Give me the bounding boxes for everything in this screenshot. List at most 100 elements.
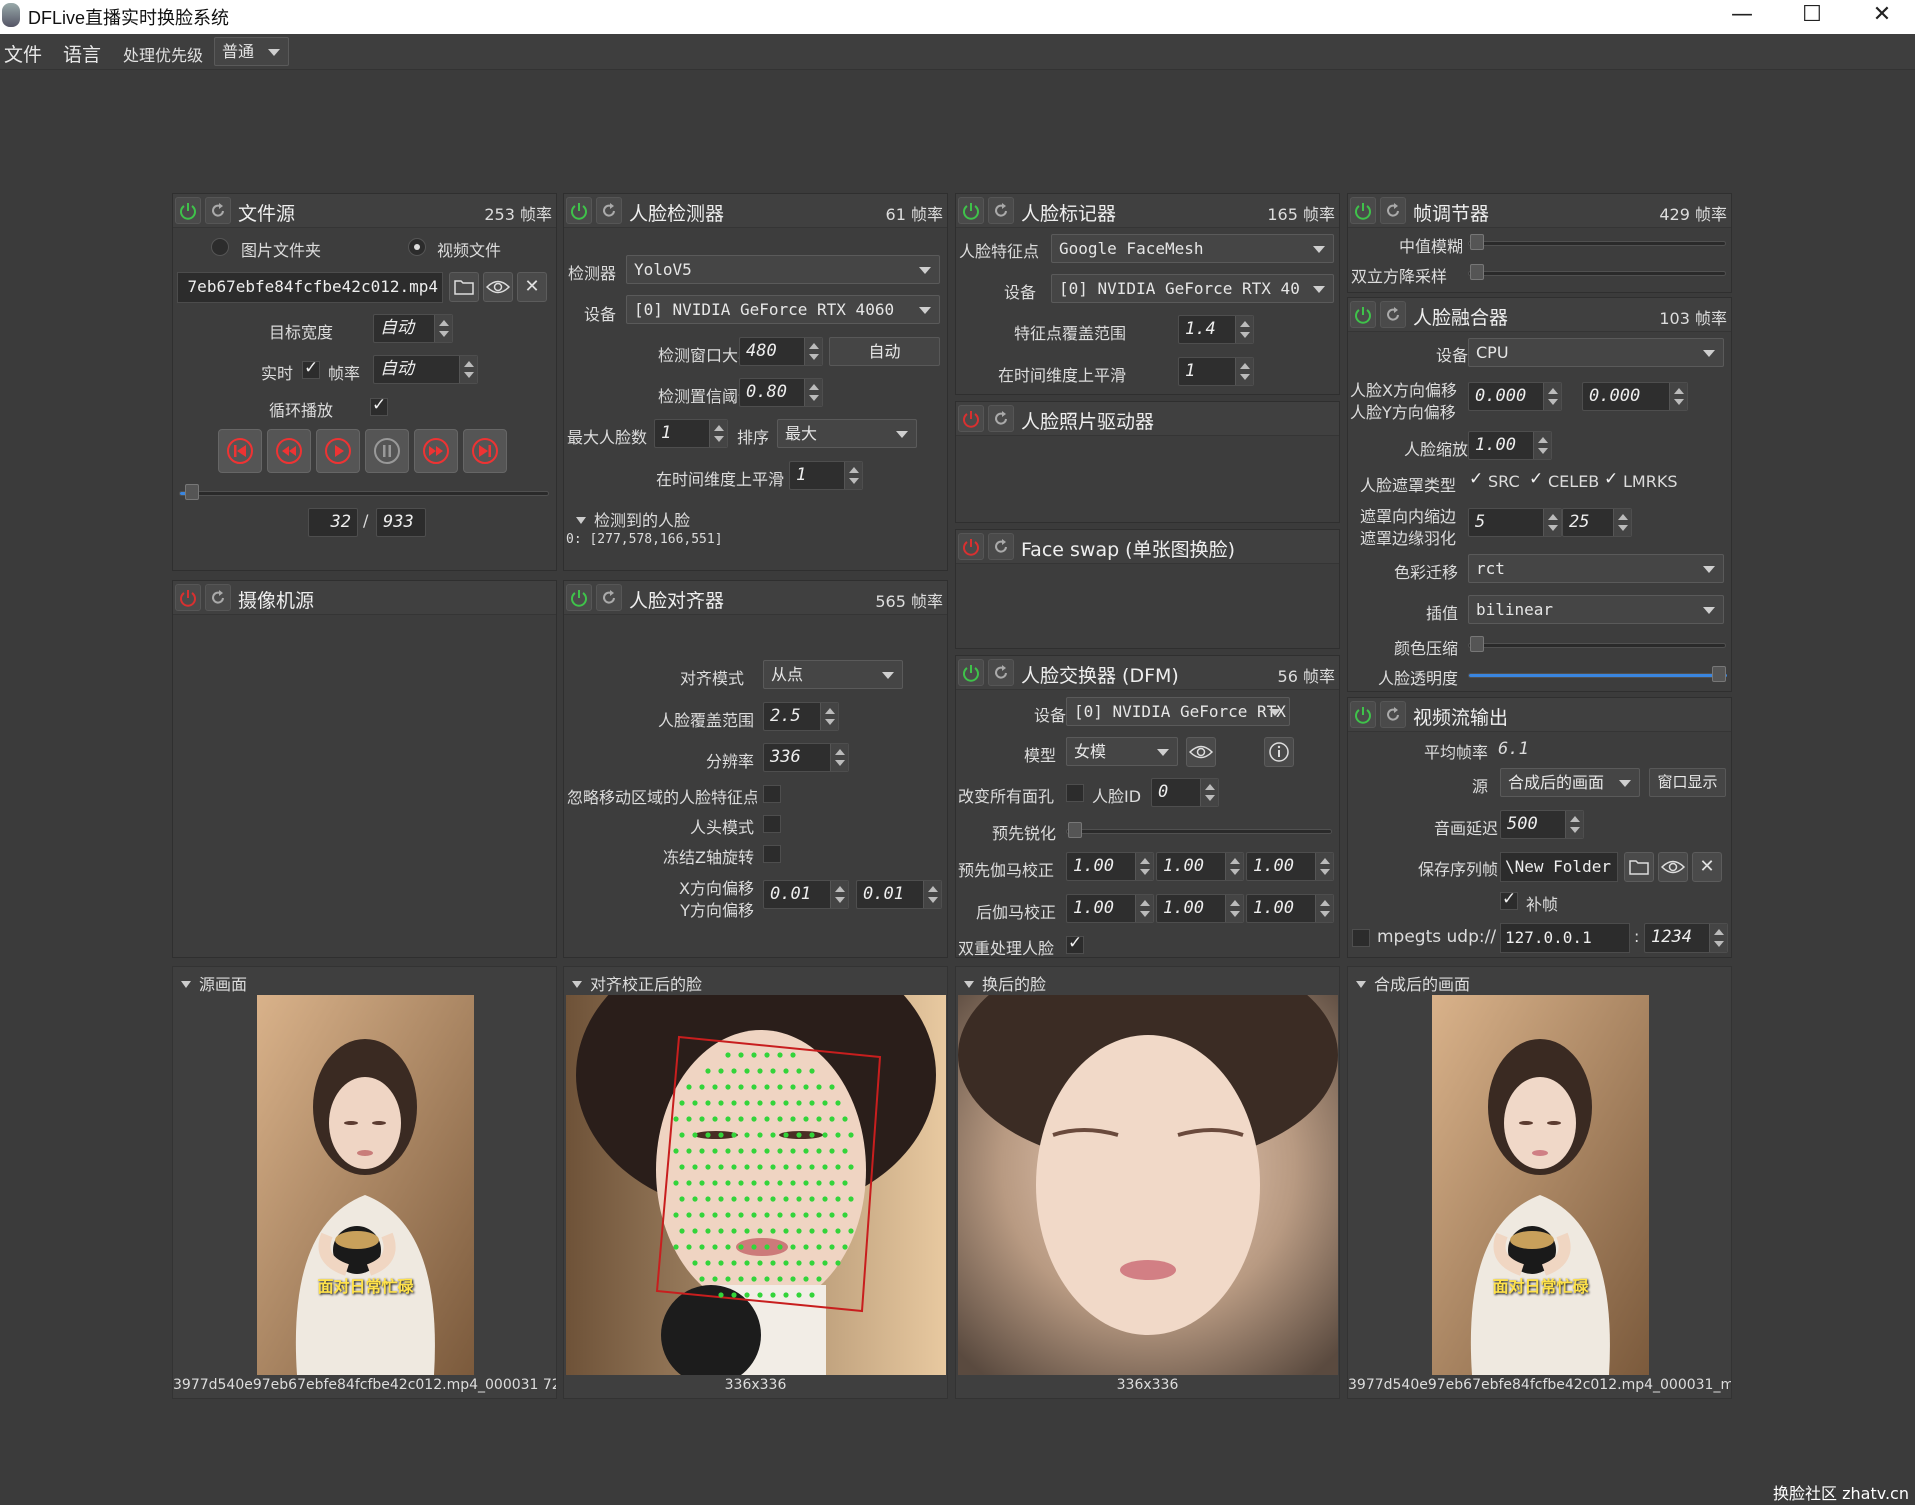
mask-lmrks-checkbox[interactable] — [1603, 469, 1621, 491]
spin-arrows[interactable] — [1315, 853, 1333, 880]
maximize-button[interactable]: ☐ — [1782, 0, 1842, 34]
timeline-slider[interactable] — [179, 491, 549, 496]
opacity-slider[interactable] — [1468, 673, 1727, 678]
median-blur-slider[interactable] — [1468, 241, 1726, 246]
pause-button[interactable] — [365, 429, 409, 473]
merged-viewer-header[interactable]: 合成后的画面 — [1356, 971, 1470, 995]
spin-arrows[interactable] — [1135, 853, 1153, 880]
freeze-z-checkbox[interactable] — [763, 845, 781, 863]
max-faces-spinbox[interactable]: 1 — [654, 419, 728, 448]
open-folder-button[interactable] — [449, 272, 479, 302]
all-faces-checkbox[interactable] — [1066, 784, 1084, 802]
color-compress-handle[interactable] — [1470, 636, 1484, 652]
clear-path-button[interactable]: ✕ — [1692, 852, 1722, 882]
align-mode-select[interactable]: 从点 — [763, 660, 903, 689]
spin-arrows[interactable] — [1543, 383, 1561, 410]
udp-host-field[interactable]: 127.0.0.1 — [1500, 923, 1630, 953]
loop-checkbox[interactable] — [370, 395, 388, 416]
detected-faces-header[interactable]: 检测到的人脸 — [576, 507, 690, 531]
spin-arrows[interactable] — [1613, 509, 1631, 536]
rewind-button[interactable] — [267, 429, 311, 473]
pre-gamma-b-spinbox[interactable]: 1.00 — [1246, 852, 1334, 881]
color-transfer-select[interactable]: rct — [1468, 554, 1724, 583]
spin-arrows[interactable] — [709, 420, 727, 447]
window-display-button[interactable]: 窗口显示 — [1649, 768, 1726, 797]
power-button[interactable] — [566, 197, 592, 224]
spin-arrows[interactable] — [830, 744, 848, 771]
double-process-checkbox[interactable] — [1066, 933, 1084, 954]
presharpen-handle[interactable] — [1068, 822, 1082, 838]
spin-arrows[interactable] — [1235, 358, 1253, 385]
mask-blur-spinbox[interactable]: 25 — [1562, 508, 1632, 537]
spin-arrows[interactable] — [1709, 924, 1727, 952]
landmark-coverage-spinbox[interactable]: 1.4 — [1178, 315, 1254, 344]
spin-arrows[interactable] — [1225, 895, 1243, 922]
power-button[interactable] — [1350, 197, 1376, 224]
priority-select[interactable]: 普通 — [214, 37, 289, 66]
preview-button[interactable] — [1658, 852, 1688, 882]
spin-arrows[interactable] — [1315, 895, 1333, 922]
spin-arrows[interactable] — [923, 881, 941, 908]
device-select[interactable]: [0] NVIDIA GeForce RTX 40 — [1051, 274, 1334, 303]
spin-arrows[interactable] — [1565, 811, 1583, 838]
file-path-field[interactable]: 7eb67ebfe84fcfbe42c012.mp4 — [177, 272, 443, 303]
power-button[interactable] — [958, 405, 984, 432]
fill-frames-checkbox[interactable] — [1500, 889, 1518, 910]
model-info-button[interactable] — [1264, 737, 1294, 767]
spin-arrows[interactable] — [1225, 853, 1243, 880]
resolution-spinbox[interactable]: 336 — [763, 743, 849, 772]
open-folder-button[interactable] — [1624, 852, 1654, 882]
spin-arrows[interactable] — [830, 881, 848, 908]
opacity-handle[interactable] — [1712, 666, 1726, 682]
spin-arrows[interactable] — [804, 379, 822, 406]
y-offset-spinbox[interactable]: 0.01 — [856, 880, 942, 909]
aligned-viewer-header[interactable]: 对齐校正后的脸 — [572, 971, 702, 995]
menu-language[interactable]: 语言 — [63, 40, 101, 67]
radio-image-folder[interactable] — [211, 238, 229, 256]
median-blur-handle[interactable] — [1470, 234, 1484, 250]
device-select[interactable]: [0] NVIDIA GeForce RTX 4 — [1066, 697, 1290, 726]
spin-arrows[interactable] — [1669, 383, 1687, 410]
ignore-moving-checkbox[interactable] — [763, 785, 781, 803]
coverage-spinbox[interactable]: 2.5 — [763, 702, 839, 731]
smooth-spinbox[interactable]: 1 — [789, 461, 863, 490]
frame-current-field[interactable]: 32 — [308, 508, 358, 537]
interpolation-select[interactable]: bilinear — [1468, 595, 1724, 624]
fast-forward-button[interactable] — [414, 429, 458, 473]
target-width-spinbox[interactable]: 自动 — [373, 314, 453, 343]
threshold-spinbox[interactable]: 0.80 — [739, 378, 823, 407]
power-button[interactable] — [958, 533, 984, 560]
realtime-checkbox[interactable] — [302, 358, 320, 379]
spin-arrows[interactable] — [1533, 432, 1551, 459]
reset-button[interactable] — [988, 659, 1014, 686]
color-compress-slider[interactable] — [1468, 643, 1726, 648]
spin-arrows[interactable] — [434, 315, 452, 342]
smooth-spinbox[interactable]: 1 — [1178, 357, 1254, 386]
y-offset-spinbox[interactable]: 0.000 — [1582, 382, 1688, 411]
auto-window-button[interactable]: 自动 — [829, 337, 940, 366]
first-frame-button[interactable] — [218, 429, 262, 473]
reset-button[interactable] — [596, 584, 622, 611]
bicubic-slider[interactable] — [1468, 271, 1726, 276]
power-button[interactable] — [958, 197, 984, 224]
udp-checkbox[interactable] — [1352, 929, 1370, 947]
reset-button[interactable] — [205, 197, 231, 224]
detector-type-select[interactable]: YoloV5 — [626, 255, 940, 284]
window-size-spinbox[interactable]: 480 — [739, 337, 823, 366]
preview-button[interactable] — [483, 272, 513, 302]
timeline-handle[interactable] — [184, 484, 199, 500]
power-button[interactable] — [175, 584, 201, 611]
source-viewer-header[interactable]: 源画面 — [181, 971, 247, 995]
reset-button[interactable] — [596, 197, 622, 224]
radio-video-file[interactable] — [408, 238, 426, 256]
spin-arrows[interactable] — [1135, 895, 1153, 922]
save-sequence-path[interactable]: \New Folder — [1500, 852, 1618, 882]
close-button[interactable]: ✕ — [1852, 0, 1912, 34]
reset-button[interactable] — [1380, 701, 1406, 728]
spin-arrows[interactable] — [1543, 509, 1561, 536]
mask-celeb-checkbox[interactable] — [1528, 469, 1546, 491]
power-button[interactable] — [1350, 701, 1376, 728]
post-gamma-g-spinbox[interactable]: 1.00 — [1156, 894, 1244, 923]
device-select[interactable]: [0] NVIDIA GeForce RTX 4060 — [626, 295, 940, 324]
clear-path-button[interactable]: ✕ — [517, 272, 547, 302]
